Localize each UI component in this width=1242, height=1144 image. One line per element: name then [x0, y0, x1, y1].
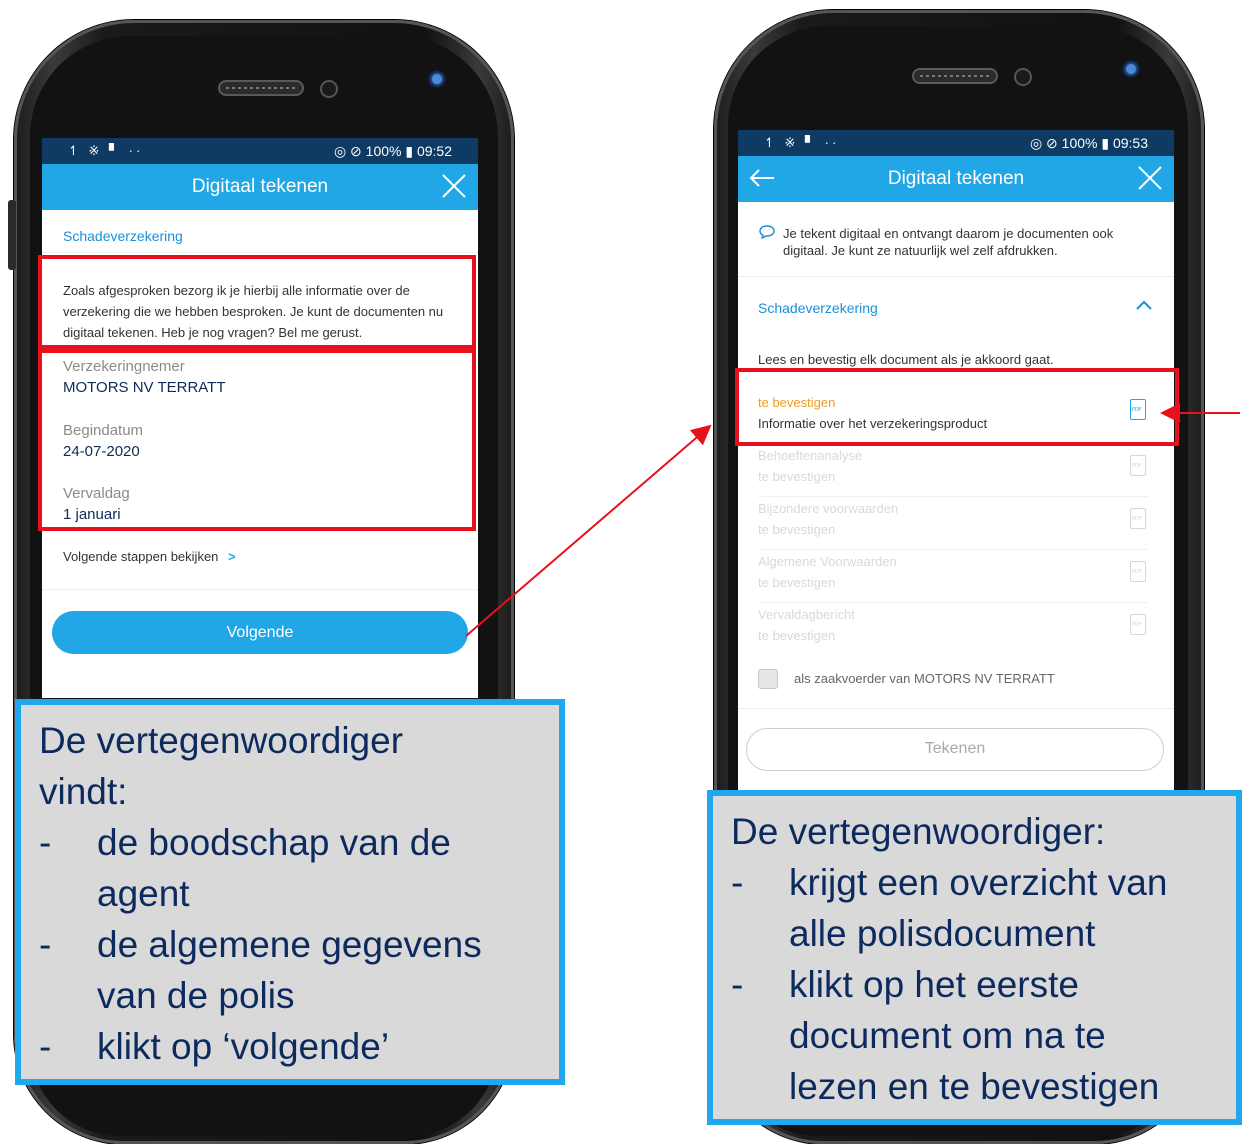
next-steps-label: Volgende stappen bekijken: [63, 549, 219, 564]
status-bar: ↿ ※ ▘ ·· ◎ ⊘ 100% ▮ 09:52: [42, 138, 478, 164]
document-row[interactable]: Algemene Voorwaarden te bevestigen: [758, 550, 1148, 603]
instruction-text: Lees en bevestig elk document als je akk…: [758, 352, 1054, 367]
divider: [42, 589, 478, 590]
document-row[interactable]: Behoeftenanalyse te bevestigen: [758, 444, 1148, 497]
callout-list: krijgt een overzicht van alle polisdocum…: [731, 857, 1236, 1112]
section-title[interactable]: Schadeverzekering: [758, 300, 878, 316]
app-bar-title: Digitaal tekenen: [887, 168, 1025, 189]
pdf-icon[interactable]: [1130, 508, 1146, 529]
next-button[interactable]: Volgende: [52, 611, 468, 654]
sign-button[interactable]: Tekenen: [746, 728, 1164, 771]
signer-checkbox[interactable]: [758, 669, 778, 689]
annotation-box-first-document: [735, 368, 1179, 446]
speech-bubble-icon: [759, 225, 775, 240]
left-phone-speaker: [218, 80, 304, 96]
document-row[interactable]: Vervaldagbericht te bevestigen: [758, 603, 1148, 655]
divider: [738, 708, 1174, 709]
document-name: Algemene Voorwaarden: [758, 554, 897, 569]
app-bar: Digitaal tekenen: [42, 164, 478, 210]
left-phone-side-button: [8, 200, 16, 270]
status-bar: ↿ ※ ▘ ·· ◎ ⊘ 100% ▮ 09:53: [738, 130, 1174, 156]
status-icons-right: ◎ ⊘ 100% ▮ 09:53: [1029, 135, 1148, 151]
divider: [42, 252, 478, 253]
callout-item-line: klikt op ‘volgende’: [97, 1026, 390, 1067]
callout-item-line: de boodschap van de: [97, 822, 451, 863]
callout-heading: De vertegenwoordiger:: [731, 811, 1106, 852]
callout-item: klikt op ‘volgende’: [39, 1021, 559, 1072]
info-text: Je tekent digitaal en ontvangt daarom je…: [783, 226, 1114, 258]
pdf-icon[interactable]: [1130, 614, 1146, 635]
app-bar: Digitaal tekenen: [738, 156, 1174, 202]
right-phone-sensor-dot: [1014, 68, 1032, 86]
callout-heading-line2: vindt:: [39, 771, 128, 812]
callout-item-line: de algemene gegevens: [97, 924, 482, 965]
callout-item: krijgt een overzicht van alle polisdocum…: [731, 857, 1236, 959]
document-row[interactable]: Bijzondere voorwaarden te bevestigen: [758, 497, 1148, 550]
divider: [738, 276, 1174, 277]
right-phone-speaker: [912, 68, 998, 84]
chevron-right-icon: >: [228, 549, 236, 564]
document-status: te bevestigen: [758, 522, 836, 537]
section-title: Schadeverzekering: [63, 228, 183, 244]
callout-item: de boodschap van de agent: [39, 817, 559, 919]
callout-item-line: alle polisdocument: [789, 913, 1096, 954]
document-name: Vervaldagbericht: [758, 607, 855, 622]
annotation-box-message: [38, 255, 476, 349]
chevron-up-icon[interactable]: [1136, 300, 1152, 310]
callout-heading: De vertegenwoordiger: [39, 720, 404, 761]
callout-item-line: agent: [97, 873, 190, 914]
right-phone-screen: ↿ ※ ▘ ·· ◎ ⊘ 100% ▮ 09:53 Digitaal teken…: [738, 130, 1174, 792]
status-icons-right: ◎ ⊘ 100% ▮ 09:52: [333, 143, 452, 159]
document-status: te bevestigen: [758, 575, 836, 590]
document-name: Behoeftenanalyse: [758, 448, 863, 463]
annotation-box-fields: [38, 349, 476, 531]
callout-item-line: document om na te: [789, 1015, 1106, 1056]
document-status: te bevestigen: [758, 469, 836, 484]
callout-left: De vertegenwoordiger vindt: de boodschap…: [15, 699, 565, 1085]
callout-list: de boodschap van de agent de algemene ge…: [39, 817, 559, 1072]
document-name: Bijzondere voorwaarden: [758, 501, 899, 516]
pdf-icon[interactable]: [1130, 561, 1146, 582]
callout-item: de algemene gegevens van de polis: [39, 919, 559, 1021]
left-phone-camera-icon: [428, 70, 446, 88]
callout-right: De vertegenwoordiger: krijgt een overzic…: [707, 790, 1242, 1125]
close-icon[interactable]: [1136, 164, 1164, 192]
status-icons-left: ↿ ※ ▘ ··: [68, 143, 144, 158]
pdf-icon[interactable]: [1130, 455, 1146, 476]
next-steps-link[interactable]: Volgende stappen bekijken >: [63, 549, 236, 564]
right-phone-camera-icon: [1122, 60, 1140, 78]
callout-item-line: van de polis: [97, 975, 295, 1016]
callout-item: klikt op het eerste document om na te le…: [731, 959, 1236, 1112]
callout-item-line: krijgt een overzicht van: [789, 862, 1168, 903]
left-phone-sensor-dot: [320, 80, 338, 98]
callout-item-line: lezen en te bevestigen: [789, 1066, 1160, 1107]
callout-item-line: klikt op het eerste: [789, 964, 1079, 1005]
document-status: te bevestigen: [758, 628, 836, 643]
status-icons-left: ↿ ※ ▘ ··: [764, 135, 840, 150]
close-icon[interactable]: [440, 172, 468, 200]
signer-checkbox-label: als zaakvoerder van MOTORS NV TERRATT: [794, 671, 1055, 686]
app-bar-title: Digitaal tekenen: [191, 176, 329, 197]
